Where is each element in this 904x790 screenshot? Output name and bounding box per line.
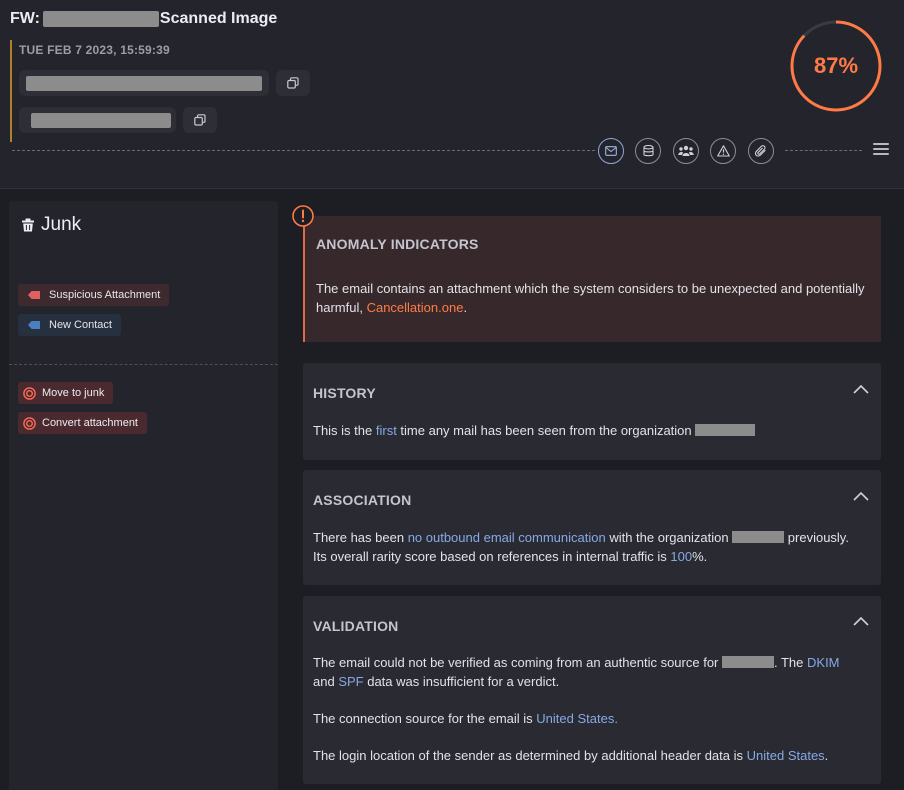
tag-new-contact[interactable]: New Contact	[18, 314, 121, 336]
people-icon	[678, 145, 694, 156]
login-text: The login location of the sender as dete…	[313, 748, 747, 763]
validation-text-2: . The	[774, 655, 808, 670]
chevron-up-icon[interactable]	[853, 616, 869, 626]
sender-address-row	[19, 70, 310, 96]
association-title: ASSOCIATION	[313, 492, 412, 508]
association-text-3: previously.	[784, 530, 849, 545]
connection-country[interactable]: United States	[536, 711, 614, 726]
verdict-label: Junk	[41, 214, 82, 235]
anomaly-description: The email contains an attachment which t…	[316, 279, 876, 317]
history-highlight[interactable]: first	[376, 423, 397, 438]
history-text-2: time any mail has been seen from the org…	[396, 423, 696, 438]
header-divider-left	[12, 150, 595, 151]
copy-icon	[194, 114, 206, 126]
threat-score-value: 87%	[813, 53, 859, 78]
paperclip-icon	[755, 145, 766, 157]
database-icon-button[interactable]	[635, 138, 661, 164]
anomaly-text-end: .	[463, 300, 468, 315]
history-title: HISTORY	[313, 385, 376, 401]
recipient-address-row	[19, 107, 217, 133]
header-divider-right	[785, 150, 862, 151]
sidebar-divider	[9, 364, 278, 365]
mail-icon	[605, 146, 617, 156]
validation-text-3: and	[313, 674, 339, 689]
redacted-recipient	[31, 112, 171, 128]
connection-text: The connection source for the email is	[313, 711, 537, 726]
verdict-sidebar: Junk Suspicious Attachment New Contact M…	[9, 201, 278, 790]
validation-card: VALIDATION The email could not be verifi…	[303, 596, 881, 784]
validation-authenticity: The email could not be verified as comin…	[313, 653, 873, 691]
meta-accent-bar	[10, 40, 12, 142]
rarity-score[interactable]: 100	[670, 549, 692, 564]
redacted-subject	[42, 11, 159, 27]
subject-prefix: FW:	[10, 10, 40, 27]
redacted-sender	[26, 75, 262, 91]
copy-recipient-button[interactable]	[183, 107, 217, 133]
history-description: This is the first time any mail has been…	[313, 421, 873, 440]
anomaly-indicators-panel: ANOMALY INDICATORS The email contains an…	[303, 216, 881, 342]
alert-circle-icon	[292, 205, 314, 227]
target-icon	[23, 386, 36, 400]
association-text: There has been	[313, 530, 408, 545]
validation-login-location: The login location of the sender as dete…	[313, 746, 873, 765]
login-period: .	[824, 748, 829, 763]
association-description: There has been no outbound email communi…	[313, 528, 873, 566]
redacted-domain	[722, 656, 774, 668]
tag-icon	[28, 291, 40, 299]
validation-connection-source: The connection source for the email is U…	[313, 709, 873, 728]
history-card: HISTORY This is the first time any mail …	[303, 363, 881, 460]
validation-text: The email could not be verified as comin…	[313, 655, 722, 670]
copy-sender-button[interactable]	[276, 70, 310, 96]
spf-link[interactable]: SPF	[338, 674, 363, 689]
chevron-up-icon[interactable]	[853, 491, 869, 501]
email-timestamp: TUE FEB 7 2023, 15:59:39	[19, 43, 170, 57]
association-card: ASSOCIATION There has been no outbound e…	[303, 470, 881, 585]
verdict-heading: Junk	[22, 214, 81, 236]
action-label: Convert attachment	[42, 417, 138, 429]
attachment-link[interactable]: Cancellation.one	[367, 300, 464, 315]
threat-score-gauge: 87%	[789, 19, 883, 113]
association-text-5: %.	[692, 549, 708, 564]
chevron-up-icon[interactable]	[853, 384, 869, 394]
people-icon-button[interactable]	[673, 138, 699, 164]
action-convert-attachment[interactable]: Convert attachment	[18, 412, 147, 434]
connection-period: .	[614, 711, 618, 726]
redacted-organization	[732, 531, 785, 543]
action-move-to-junk[interactable]: Move to junk	[18, 382, 114, 404]
association-highlight[interactable]: no outbound email communication	[408, 530, 606, 545]
trash-icon	[22, 218, 34, 232]
association-text-4: Its overall rarity score based on refere…	[313, 549, 671, 564]
tag-label: Suspicious Attachment	[49, 289, 161, 301]
tag-icon	[28, 321, 40, 329]
recipient-address	[19, 107, 176, 133]
dkim-link[interactable]: DKIM	[807, 655, 840, 670]
warning-icon	[716, 145, 730, 157]
target-icon	[23, 416, 36, 430]
email-subject: FW: Scanned Image	[10, 10, 277, 28]
tag-suspicious-attachment[interactable]: Suspicious Attachment	[18, 284, 170, 306]
tag-label: New Contact	[49, 319, 112, 331]
association-text-2: with the organization	[605, 530, 733, 545]
subject-suffix: Scanned Image	[159, 10, 278, 27]
database-icon	[642, 145, 654, 157]
hamburger-menu-icon[interactable]	[873, 143, 889, 157]
validation-text-4: data was insufficient for a verdict.	[363, 674, 560, 689]
mail-icon-button[interactable]	[598, 138, 624, 164]
copy-icon	[287, 77, 299, 89]
validation-title: VALIDATION	[313, 618, 399, 634]
action-label: Move to junk	[42, 387, 105, 399]
redacted-organization	[695, 424, 756, 436]
sender-address	[19, 70, 269, 96]
email-header: FW: Scanned Image TUE FEB 7 2023, 15:59:…	[0, 0, 904, 189]
anomaly-title: ANOMALY INDICATORS	[316, 236, 479, 252]
warning-icon-button[interactable]	[710, 138, 736, 164]
paperclip-icon-button[interactable]	[748, 138, 774, 164]
history-text: This is the	[313, 423, 376, 438]
login-country[interactable]: United States	[747, 748, 825, 763]
